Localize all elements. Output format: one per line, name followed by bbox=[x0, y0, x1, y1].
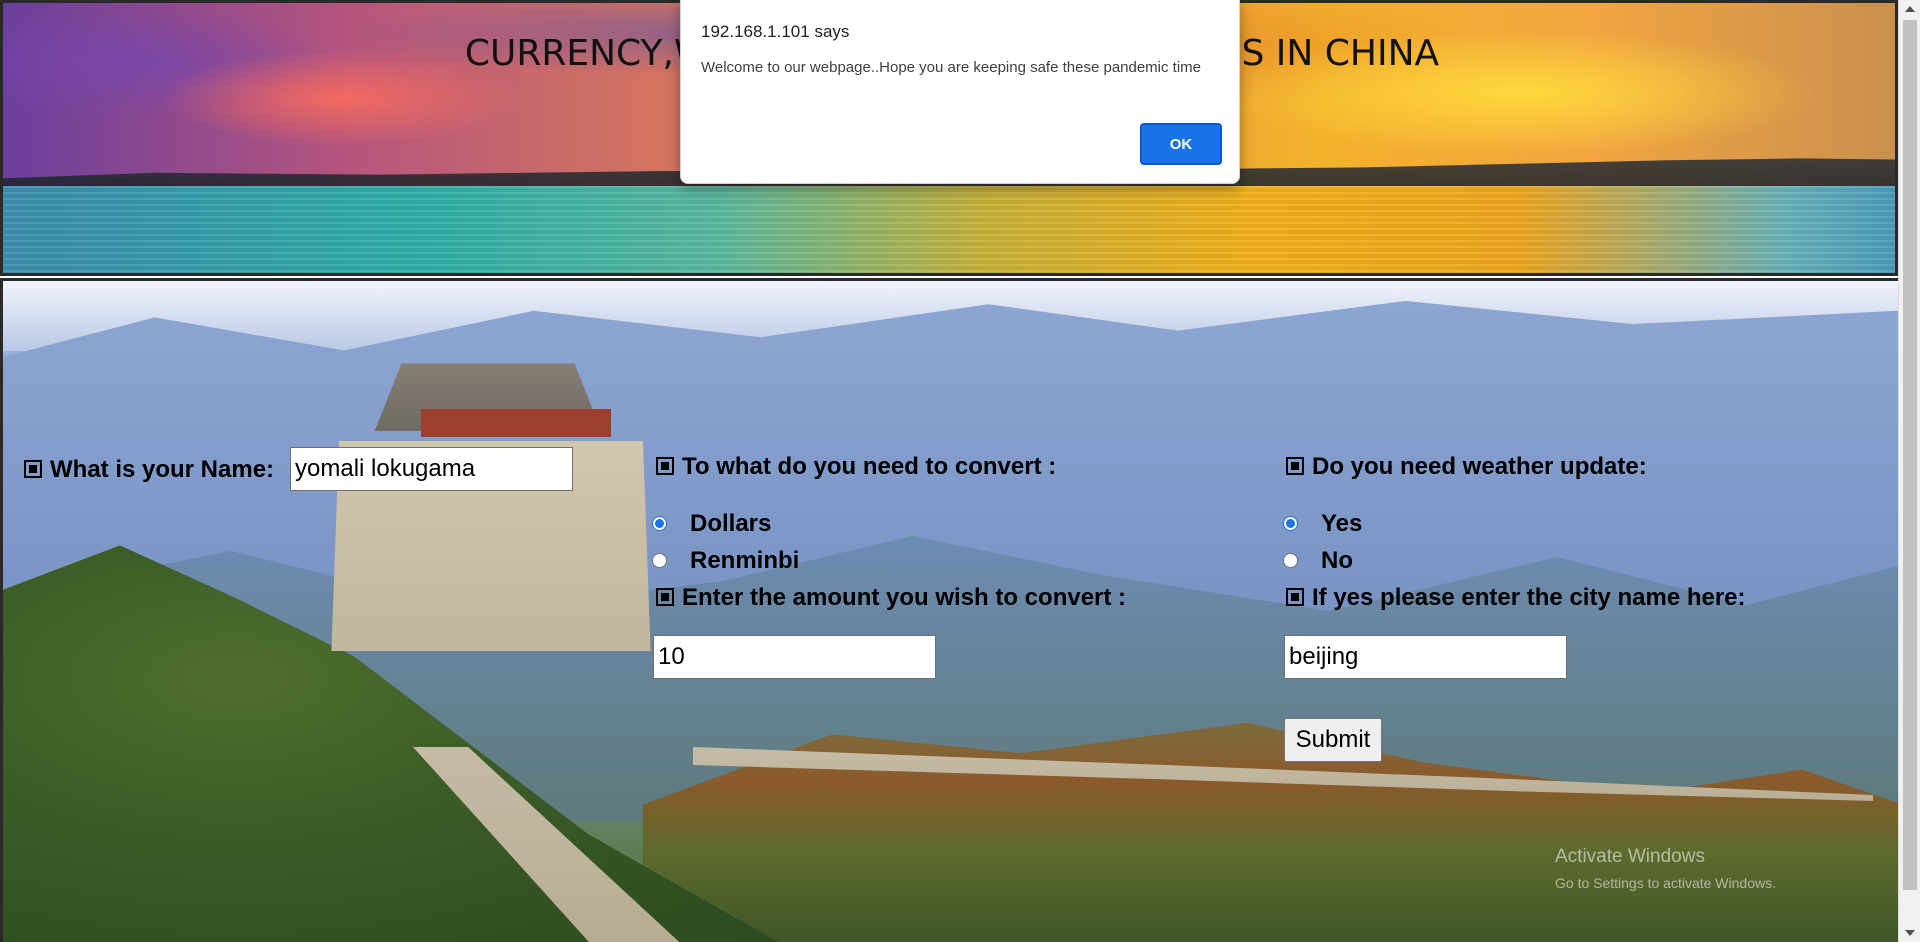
radio-no[interactable] bbox=[1283, 553, 1298, 568]
alert-ok-button[interactable]: OK bbox=[1140, 123, 1222, 165]
city-label: If yes please enter the city name here: bbox=[1312, 584, 1746, 611]
amount-label: Enter the amount you wish to convert : bbox=[682, 584, 1127, 611]
radio-yes-label: Yes bbox=[1321, 510, 1363, 537]
scroll-down-arrow-icon[interactable] bbox=[1905, 930, 1915, 936]
activate-windows-subtitle: Go to Settings to activate Windows. bbox=[1555, 875, 1776, 891]
alert-dialog: 192.168.1.101 says Welcome to our webpag… bbox=[680, 0, 1240, 184]
weather-label: Do you need weather update: bbox=[1312, 453, 1647, 480]
alert-message: Welcome to our webpage..Hope you are kee… bbox=[701, 59, 1202, 76]
amount-label-row: Enter the amount you wish to convert : bbox=[656, 584, 1126, 612]
name-label-row: What is your Name: bbox=[24, 456, 274, 484]
radio-yes[interactable] bbox=[1283, 516, 1298, 531]
square-bullet-icon bbox=[656, 588, 674, 606]
city-input[interactable] bbox=[1284, 635, 1567, 679]
activate-windows-title: Activate Windows bbox=[1555, 846, 1705, 867]
convert-label: To what do you need to convert : bbox=[682, 453, 1057, 480]
city-label-row: If yes please enter the city name here: bbox=[1286, 584, 1746, 612]
radio-dollars[interactable] bbox=[652, 516, 667, 531]
radio-dollars-label: Dollars bbox=[690, 510, 772, 537]
vertical-scrollbar[interactable] bbox=[1898, 0, 1920, 942]
weather-label-row: Do you need weather update: bbox=[1286, 453, 1647, 481]
name-label: What is your Name: bbox=[50, 456, 275, 483]
scrollbar-thumb[interactable] bbox=[1903, 20, 1917, 890]
scroll-up-arrow-icon[interactable] bbox=[1905, 6, 1915, 12]
scene-watchtower-band bbox=[421, 409, 611, 437]
name-input[interactable] bbox=[290, 447, 573, 491]
amount-input[interactable] bbox=[653, 635, 936, 679]
radio-renminbi-label: Renminbi bbox=[690, 547, 800, 574]
square-bullet-icon bbox=[1286, 588, 1304, 606]
square-bullet-icon bbox=[24, 460, 42, 478]
banner-water bbox=[3, 186, 1895, 273]
radio-no-label: No bbox=[1321, 547, 1353, 574]
alert-title: 192.168.1.101 says bbox=[701, 22, 850, 41]
convert-label-row: To what do you need to convert : bbox=[656, 453, 1056, 481]
radio-renminbi[interactable] bbox=[652, 553, 667, 568]
square-bullet-icon bbox=[1286, 457, 1304, 475]
square-bullet-icon bbox=[656, 457, 674, 475]
submit-button[interactable]: Submit bbox=[1284, 718, 1382, 762]
